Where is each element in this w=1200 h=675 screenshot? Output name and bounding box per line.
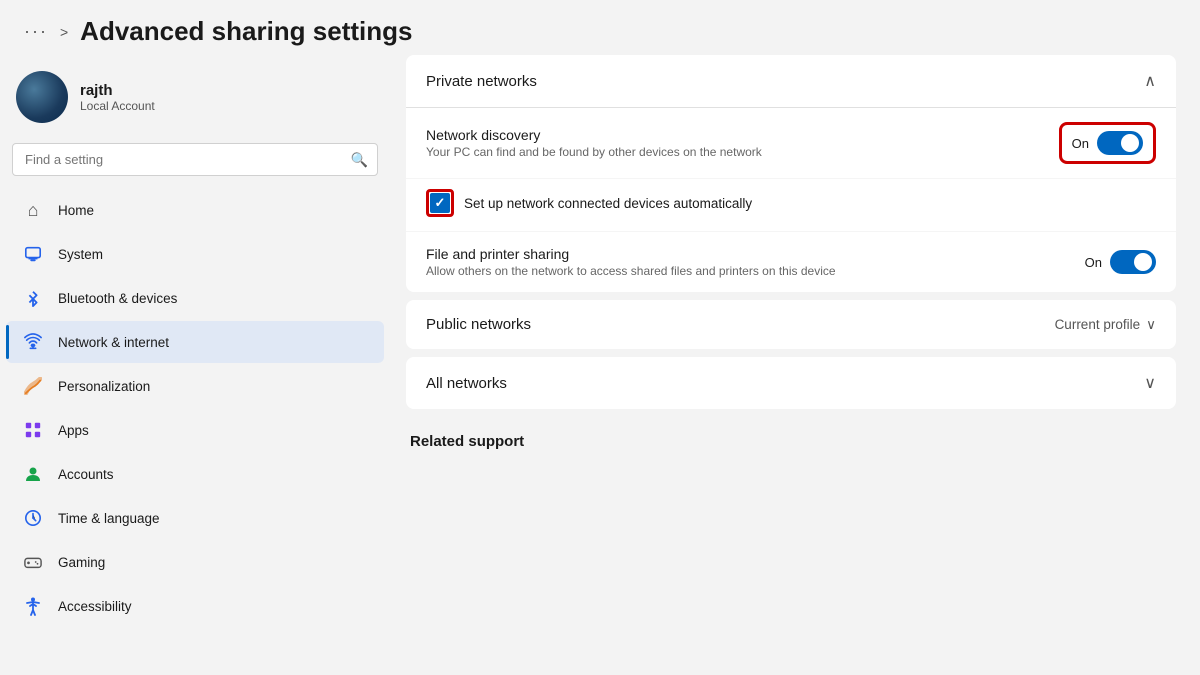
all-networks-chevron: ∨ bbox=[1144, 373, 1156, 393]
file-sharing-info: File and printer sharing Allow others on… bbox=[426, 246, 1085, 278]
public-networks-title: Public networks bbox=[426, 316, 531, 333]
sidebar-item-label: Accounts bbox=[58, 467, 114, 482]
system-icon bbox=[22, 243, 44, 265]
home-icon: ⌂ bbox=[22, 199, 44, 221]
file-sharing-toggle[interactable] bbox=[1110, 250, 1156, 274]
network-discovery-toggle[interactable] bbox=[1097, 131, 1143, 155]
sidebar-item-label: Time & language bbox=[58, 511, 160, 526]
network-discovery-desc: Your PC can find and be found by other d… bbox=[426, 145, 1059, 159]
avatar-image bbox=[16, 71, 68, 123]
search-input[interactable] bbox=[12, 143, 378, 176]
sidebar-item-system[interactable]: System bbox=[6, 233, 384, 275]
sidebar-item-bluetooth[interactable]: Bluetooth & devices bbox=[6, 277, 384, 319]
auto-setup-checkbox[interactable]: ✓ bbox=[430, 193, 450, 213]
sidebar-item-network[interactable]: Network & internet bbox=[6, 321, 384, 363]
user-info: rajth Local Account bbox=[80, 82, 155, 113]
sidebar-item-accounts[interactable]: Accounts bbox=[6, 453, 384, 495]
related-support-section: Related support bbox=[406, 417, 1176, 455]
network-discovery-info: Network discovery Your PC can find and b… bbox=[426, 127, 1059, 159]
public-networks-chevron: ∨ bbox=[1146, 317, 1156, 333]
private-networks-title: Private networks bbox=[426, 73, 537, 90]
sidebar-item-label: Gaming bbox=[58, 555, 105, 570]
private-networks-header[interactable]: Private networks ∧ bbox=[406, 55, 1176, 108]
sidebar-item-label: Accessibility bbox=[58, 599, 132, 614]
main-layout: rajth Local Account 🔍 ⌂ Home System bbox=[0, 55, 1200, 675]
related-support-title: Related support bbox=[410, 433, 524, 450]
sidebar-item-time[interactable]: Time & language bbox=[6, 497, 384, 539]
content-area: Private networks ∧ Network discovery You… bbox=[390, 55, 1200, 675]
sidebar-item-apps[interactable]: Apps bbox=[6, 409, 384, 451]
network-discovery-toggle-box: On bbox=[1059, 122, 1156, 164]
personalization-icon bbox=[22, 375, 44, 397]
auto-setup-checkbox-wrap: ✓ bbox=[426, 189, 454, 217]
network-discovery-row: Network discovery Your PC can find and b… bbox=[406, 108, 1176, 179]
sidebar-item-label: Personalization bbox=[58, 379, 150, 394]
current-profile-container: Current profile ∨ bbox=[1055, 317, 1156, 333]
accounts-icon bbox=[22, 463, 44, 485]
file-sharing-toggle-container: On bbox=[1085, 250, 1156, 274]
search-icon: 🔍 bbox=[351, 151, 368, 168]
all-networks-title: All networks bbox=[426, 375, 507, 392]
current-profile-label: Current profile bbox=[1055, 317, 1141, 332]
checkbox-checkmark: ✓ bbox=[435, 195, 446, 211]
sidebar-item-accessibility[interactable]: Accessibility bbox=[6, 585, 384, 627]
sidebar-item-label: Home bbox=[58, 203, 94, 218]
page-title: Advanced sharing settings bbox=[80, 16, 412, 47]
network-icon bbox=[22, 331, 44, 353]
all-networks-card: All networks ∨ bbox=[406, 357, 1176, 409]
sidebar-item-label: Network & internet bbox=[58, 335, 169, 350]
sidebar-item-personalization[interactable]: Personalization bbox=[6, 365, 384, 407]
sidebar-item-label: Apps bbox=[58, 423, 89, 438]
breadcrumb-dots: ··· bbox=[24, 21, 48, 42]
all-networks-header[interactable]: All networks ∨ bbox=[406, 357, 1176, 409]
time-icon bbox=[22, 507, 44, 529]
network-discovery-toggle-label: On bbox=[1072, 136, 1089, 151]
user-name: rajth bbox=[80, 82, 155, 99]
public-networks-card: Public networks Current profile ∨ bbox=[406, 300, 1176, 349]
apps-icon bbox=[22, 419, 44, 441]
gaming-icon bbox=[22, 551, 44, 573]
accessibility-icon bbox=[22, 595, 44, 617]
sidebar-item-label: System bbox=[58, 247, 103, 262]
file-sharing-title: File and printer sharing bbox=[426, 246, 1085, 262]
user-profile: rajth Local Account bbox=[0, 63, 390, 139]
user-type: Local Account bbox=[80, 99, 155, 113]
file-sharing-toggle-label: On bbox=[1085, 255, 1102, 270]
public-networks-header[interactable]: Public networks Current profile ∨ bbox=[406, 300, 1176, 349]
sidebar-item-gaming[interactable]: Gaming bbox=[6, 541, 384, 583]
auto-setup-row: ✓ Set up network connected devices autom… bbox=[406, 179, 1176, 232]
file-sharing-row: File and printer sharing Allow others on… bbox=[406, 232, 1176, 292]
breadcrumb-chevron: > bbox=[60, 24, 68, 40]
private-networks-chevron: ∧ bbox=[1144, 71, 1156, 91]
search-container: 🔍 bbox=[12, 143, 378, 176]
sidebar-item-label: Bluetooth & devices bbox=[58, 291, 177, 306]
private-networks-card: Private networks ∧ Network discovery You… bbox=[406, 55, 1176, 292]
network-discovery-title: Network discovery bbox=[426, 127, 1059, 143]
sidebar-item-home[interactable]: ⌂ Home bbox=[6, 189, 384, 231]
page-header: ··· > Advanced sharing settings bbox=[0, 0, 1200, 55]
bluetooth-icon bbox=[22, 287, 44, 309]
avatar bbox=[16, 71, 68, 123]
file-sharing-desc: Allow others on the network to access sh… bbox=[426, 264, 1085, 278]
sidebar: rajth Local Account 🔍 ⌂ Home System bbox=[0, 55, 390, 675]
auto-setup-label: Set up network connected devices automat… bbox=[464, 196, 752, 211]
